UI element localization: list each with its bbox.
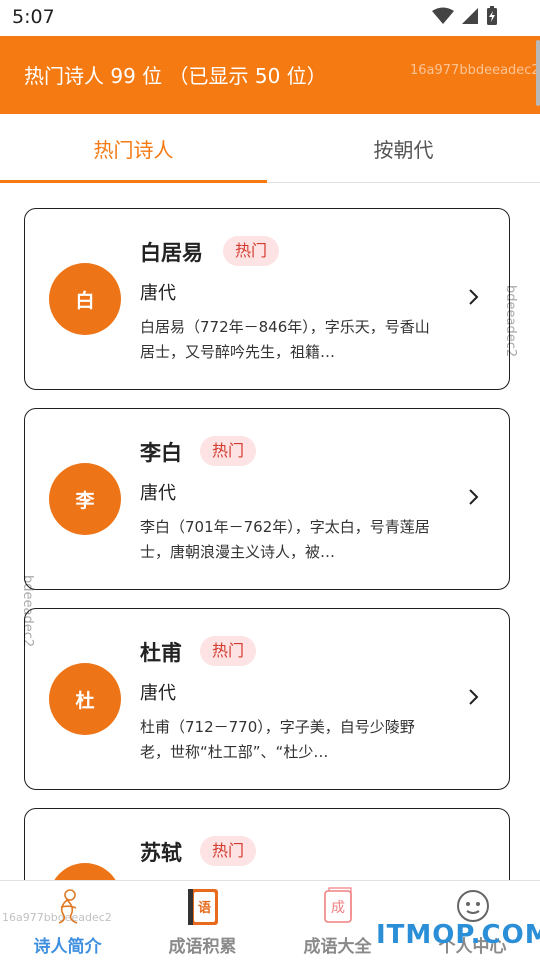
- chevron-right-icon: [469, 289, 479, 305]
- hot-badge: 热门: [223, 236, 280, 266]
- status-time: 5:07: [12, 6, 55, 28]
- status-icons: [432, 6, 498, 26]
- header-watermark: 16a977bbdeeadec2: [410, 63, 540, 78]
- poet-list[interactable]: 白 白居易 热门 唐代 白居易（772年－846年），字乐天，号香山居士，又号醉…: [0, 183, 540, 880]
- status-bar: 5:07: [0, 0, 540, 36]
- tab-hot-poets[interactable]: 热门诗人: [0, 114, 267, 182]
- side-watermark-left: bdeeadec2: [20, 575, 35, 648]
- scrollbar[interactable]: [536, 40, 540, 106]
- tab-bar: 热门诗人 按朝代: [0, 114, 540, 183]
- tab-by-dynasty[interactable]: 按朝代: [267, 114, 540, 182]
- side-watermark-right: bdeeadec2: [503, 285, 518, 358]
- nav-idiom-accumulate[interactable]: 语 成语积累: [135, 881, 270, 961]
- app-header: 热门诗人 99 位 （已显示 50 位） 16a977bbdeeadec2: [0, 36, 540, 114]
- hot-badge: 热门: [200, 436, 257, 466]
- avatar: 白: [49, 263, 121, 335]
- avatar: 杜: [49, 663, 121, 735]
- poet-figure-icon: [58, 889, 78, 924]
- poet-name: 苏轼: [140, 841, 182, 865]
- poet-name: 李白: [140, 441, 182, 465]
- hot-badge: 热门: [200, 636, 257, 666]
- poet-description: 杜甫（712－770），字子美，自号少陵野老，世称“杜工部”、“杜少…: [140, 718, 415, 761]
- poet-card[interactable]: 白 白居易 热门 唐代 白居易（772年－846年），字乐天，号香山居士，又号醉…: [24, 208, 510, 390]
- signal-icon: [462, 8, 478, 24]
- idiom-collection-icon: 成: [324, 887, 352, 923]
- poet-card[interactable]: 苏 苏轼 热门 宋代: [24, 808, 510, 880]
- poet-name: 杜甫: [140, 641, 182, 665]
- poet-dynasty: 唐代: [140, 483, 176, 504]
- site-watermark: ITMOP.COM: [376, 920, 540, 950]
- battery-icon: [487, 6, 497, 25]
- poet-dynasty: 唐代: [140, 283, 176, 304]
- avatar: 李: [49, 463, 121, 535]
- svg-text:成: 成: [331, 900, 345, 916]
- wifi-icon: [432, 7, 454, 24]
- poet-description: 白居易（772年－846年），字乐天，号香山居士，又号醉吟先生，祖籍…: [140, 318, 430, 361]
- chevron-right-icon: [469, 489, 479, 505]
- avatar: 苏: [49, 863, 121, 880]
- poet-name: 白居易: [140, 241, 203, 265]
- hot-badge: 热门: [200, 836, 257, 866]
- svg-text:语: 语: [198, 901, 211, 916]
- idiom-book-icon: 语: [188, 889, 218, 925]
- nav-label: 诗人简介: [33, 937, 102, 957]
- poet-description: 李白（701年－762年），字太白，号青莲居士，唐朝浪漫主义诗人，被…: [140, 518, 430, 561]
- nav-label: 成语积累: [168, 937, 237, 957]
- nav-poet-intro[interactable]: 诗人简介: [0, 881, 135, 961]
- poet-card[interactable]: 杜 杜甫 热门 唐代 杜甫（712－770），字子美，自号少陵野老，世称“杜工部…: [24, 608, 510, 790]
- page-title: 热门诗人 99 位 （已显示 50 位）: [24, 64, 327, 88]
- chevron-right-icon: [469, 689, 479, 705]
- poet-card[interactable]: 李 李白 热门 唐代 李白（701年－762年），字太白，号青莲居士，唐朝浪漫主…: [24, 408, 510, 590]
- poet-dynasty: 唐代: [140, 683, 176, 704]
